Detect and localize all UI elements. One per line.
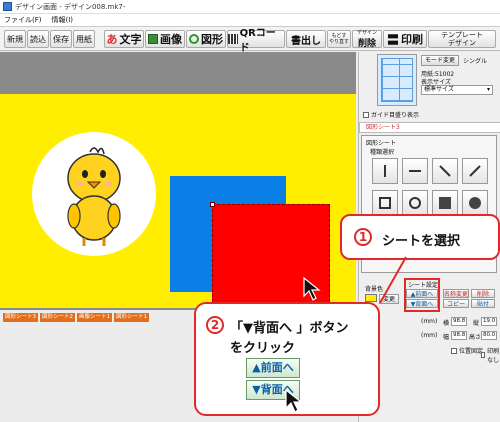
text-icon: あ [106, 33, 118, 46]
sheet-tab[interactable]: 図形シート1 [114, 313, 149, 322]
step-number-badge: 2 [206, 316, 224, 334]
horizontal-line-shape-button[interactable] [402, 158, 428, 184]
title-bar: デザイン画面 - デザイン008.mk7- [0, 0, 500, 14]
mode-change-button[interactable]: モード変更 [421, 55, 459, 66]
lock-position-checkbox[interactable]: 位置固定 [451, 346, 483, 355]
menu-file[interactable]: ファイル(F) [4, 15, 42, 25]
undo-redo-button[interactable]: もどす やり直す [327, 30, 351, 48]
callout-text: シートを選択 [382, 234, 461, 249]
circle-outline-shape-button[interactable] [402, 190, 428, 216]
window-title: デザイン画面 - デザイン008.mk7- [15, 2, 126, 11]
diagonal-up-line-shape-button[interactable] [462, 158, 488, 184]
app-window: デザイン画面 - デザイン008.mk7- ファイル(F) 情報(I) 新規 読… [0, 0, 500, 422]
callout-text: をクリック [230, 341, 296, 356]
circle-filled-shape-button[interactable] [462, 190, 488, 216]
image-icon [148, 34, 158, 44]
page-thumbnail[interactable] [377, 54, 417, 106]
design-canvas[interactable] [0, 52, 356, 324]
position-y-input[interactable]: 19.0 [481, 317, 497, 326]
text-button[interactable]: あ文字 [104, 30, 144, 48]
checkbox-icon [451, 347, 457, 354]
delete-sheet-button[interactable]: 削除 [471, 289, 495, 298]
bring-front-button[interactable]: ▲前面へ [406, 289, 438, 298]
paper-button[interactable]: 用紙 [73, 30, 95, 48]
qrcode-button[interactable]: QRコード [227, 28, 285, 54]
height-input[interactable]: 80.0 [481, 331, 497, 340]
app-icon [3, 2, 12, 11]
delete-design-button[interactable]: デザイン 削除 [352, 30, 382, 49]
step-number-badge: 1 [354, 228, 372, 246]
copy-button[interactable]: コピー [443, 299, 469, 308]
menu-info[interactable]: 情報(I) [52, 15, 74, 25]
position-x-input[interactable]: 98.8 [451, 317, 467, 326]
sheet-settings-label: シート設定 [408, 282, 439, 289]
checkbox-icon [481, 352, 486, 358]
chevron-down-icon: ▾ [486, 86, 490, 93]
yellow-background[interactable] [0, 94, 356, 324]
connector-line [379, 256, 407, 304]
square-outline-shape-button[interactable] [372, 190, 398, 216]
diagonal-down-line-shape-button[interactable] [432, 158, 458, 184]
vertical-line-shape-button[interactable] [372, 158, 398, 184]
sheet-title-tab[interactable]: 図形シート3 [359, 122, 500, 133]
chick-image[interactable] [32, 132, 156, 256]
callout-step-1: 1 シートを選択 [340, 214, 500, 260]
print-button[interactable]: 〓印刷 [383, 30, 427, 48]
checkbox-icon [363, 111, 369, 118]
qrcode-icon [228, 34, 238, 44]
chick-illustration [67, 147, 121, 246]
shape-icon [189, 34, 199, 44]
open-button[interactable]: 読込 [27, 30, 49, 48]
callout-text: 「▼背面へ 」ボタン [230, 321, 349, 336]
single-label: シングル [463, 58, 488, 65]
bring-front-button-zoomed: ▲前面へ [246, 358, 300, 378]
sheet-tab[interactable]: 図形シート2 [40, 313, 75, 322]
rename-button[interactable]: 名称変更 [443, 289, 469, 298]
print-icon: 〓 [386, 32, 399, 47]
sheet-tab[interactable]: 図形シート3 [3, 313, 38, 322]
toolbar: 新規 読込 保存 用紙 あ文字 画像 図形 QRコード 書出し もどす やり直す… [0, 27, 500, 54]
export-button[interactable]: 書出し [286, 30, 326, 48]
shape-button[interactable]: 図形 [186, 30, 226, 48]
send-back-button[interactable]: ▼背面へ [406, 299, 438, 308]
guide-checkbox[interactable]: ガイド目盛り表示 [363, 110, 419, 119]
no-print-checkbox[interactable]: 印刷なし [481, 346, 500, 364]
square-filled-shape-button[interactable] [432, 190, 458, 216]
callout-step-2: 2 「▼背面へ 」ボタン をクリック ▲前面へ ▼背面へ [194, 302, 380, 416]
mouse-cursor-icon [285, 388, 303, 413]
image-button[interactable]: 画像 [145, 30, 185, 48]
width-input[interactable]: 98.8 [451, 331, 467, 340]
display-size-select[interactable]: 標準サイズ ▾ [421, 85, 493, 95]
save-button[interactable]: 保存 [50, 30, 72, 48]
resize-handle[interactable] [210, 202, 215, 207]
new-button[interactable]: 新規 [4, 30, 26, 48]
paste-button[interactable]: 貼付 [471, 299, 495, 308]
sheet-tab[interactable]: 画像シート1 [77, 313, 112, 322]
mouse-cursor-icon [303, 276, 321, 301]
template-button[interactable]: テンプレート デザイン [428, 30, 496, 48]
